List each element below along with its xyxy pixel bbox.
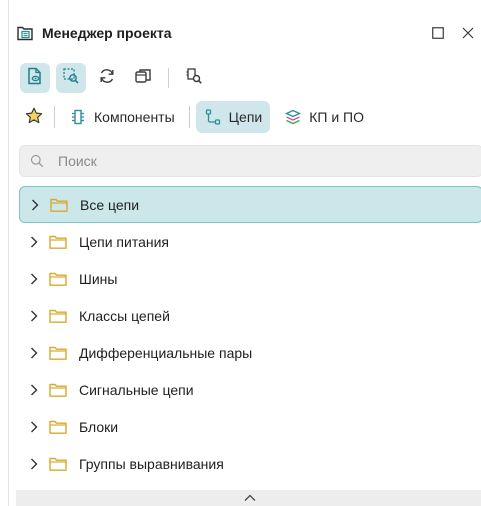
tree-item-net-classes[interactable]: Классы цепей <box>19 297 481 334</box>
star-icon <box>24 106 44 129</box>
find-component-button[interactable] <box>179 63 209 93</box>
tree-item-differential-pairs[interactable]: Дифференциальные пары <box>19 334 481 371</box>
tree-item-label: Блоки <box>79 418 119 435</box>
chevron-right-icon[interactable] <box>28 384 40 396</box>
tree-item-label: Дифференциальные пары <box>79 344 253 361</box>
folder-icon <box>49 345 67 361</box>
folder-icon <box>49 456 67 472</box>
favorites-button[interactable] <box>20 101 48 133</box>
document-view-button[interactable] <box>20 63 50 93</box>
tree-item-label: Сигнальные цепи <box>79 381 194 398</box>
tree-item-blocks[interactable]: Блоки <box>19 408 481 445</box>
tree-item-label: Классы цепей <box>79 307 170 324</box>
folder-icon <box>49 308 67 324</box>
copy-window-icon <box>133 66 153 91</box>
tree-item-all-nets[interactable]: Все цепи <box>19 186 481 223</box>
tab-pads-vias[interactable]: КП и ПО <box>276 101 372 133</box>
zoom-to-selection-icon <box>61 66 81 91</box>
title-bar: Менеджер проекта <box>16 18 476 48</box>
chevron-right-icon[interactable] <box>28 421 40 433</box>
folder-icon <box>49 382 67 398</box>
chevron-right-icon[interactable] <box>29 199 41 211</box>
tab-components[interactable]: Компоненты <box>61 101 183 133</box>
tree-item-label: Группы выравнивания <box>79 455 224 472</box>
folder-icon <box>50 197 68 213</box>
chevron-right-icon[interactable] <box>28 458 40 470</box>
panel-title: Менеджер проекта <box>42 25 172 41</box>
chevron-right-icon[interactable] <box>28 236 40 248</box>
tree-item-buses[interactable]: Шины <box>19 260 481 297</box>
chevron-up-icon <box>244 489 256 506</box>
maximize-icon[interactable] <box>430 25 446 41</box>
tab-pads-vias-label: КП и ПО <box>309 109 364 125</box>
window-actions <box>430 18 476 48</box>
zoom-to-selection-button[interactable] <box>56 63 86 93</box>
tree-item-signal-nets[interactable]: Сигнальные цепи <box>19 371 481 408</box>
search-box <box>19 145 481 177</box>
tabs-separator <box>188 106 190 128</box>
tree-item-label: Цепи питания <box>79 233 170 250</box>
chevron-right-icon[interactable] <box>28 310 40 322</box>
toolbar <box>20 63 209 93</box>
chevron-right-icon[interactable] <box>28 347 40 359</box>
tree-item-power-nets[interactable]: Цепи питания <box>19 223 481 260</box>
net-tree: Все цепи Цепи питания Шины Классы цепей … <box>19 186 481 482</box>
search-icon <box>30 153 46 169</box>
tab-components-label: Компоненты <box>94 109 175 125</box>
tree-item-alignment-groups[interactable]: Группы выравнивания <box>19 445 481 482</box>
tree-item-label: Все цепи <box>80 196 140 213</box>
close-icon[interactable] <box>460 25 476 41</box>
folder-icon <box>49 271 67 287</box>
collapse-bar[interactable] <box>16 490 481 506</box>
view-tabs: Компоненты Цепи КП и ПО <box>20 100 372 134</box>
chevron-right-icon[interactable] <box>28 273 40 285</box>
find-component-icon <box>184 66 204 91</box>
refresh-button[interactable] <box>92 63 122 93</box>
document-view-icon <box>25 66 45 91</box>
net-icon <box>204 108 222 126</box>
tabs-separator <box>54 106 55 128</box>
project-manager-icon <box>16 23 36 43</box>
tree-item-label: Шины <box>79 270 118 287</box>
toolbar-separator <box>168 68 169 88</box>
copy-window-button[interactable] <box>128 63 158 93</box>
layers-icon <box>284 108 302 126</box>
folder-icon <box>49 234 67 250</box>
folder-icon <box>49 419 67 435</box>
project-manager-panel: Менеджер проекта Компоненты Цепи КП и ПО… <box>0 0 481 506</box>
tab-nets[interactable]: Цепи <box>195 101 271 133</box>
component-icon <box>69 108 87 126</box>
search-input[interactable] <box>56 152 460 170</box>
refresh-icon <box>97 66 117 91</box>
tab-nets-label: Цепи <box>228 109 263 125</box>
panel-left-border <box>8 0 9 506</box>
